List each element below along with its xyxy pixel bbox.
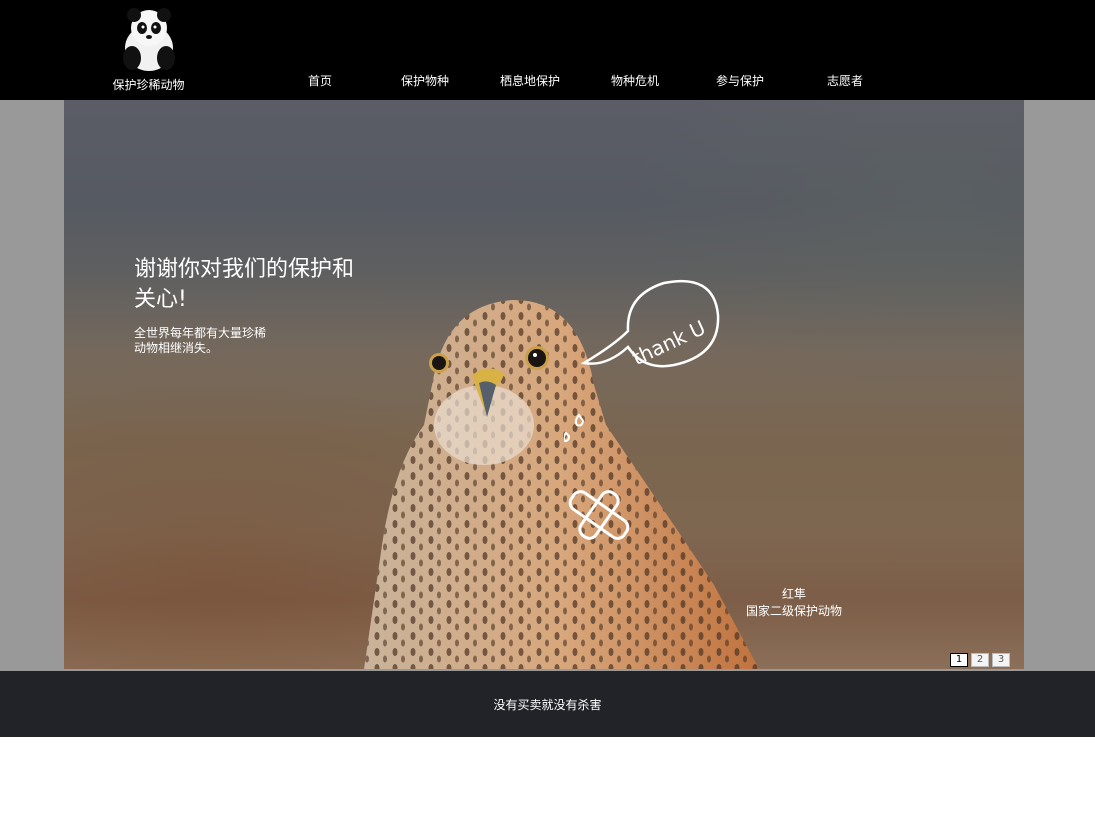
nav-volunteers[interactable]: 志愿者 <box>795 72 895 89</box>
species-name: 红隼 <box>781 587 806 601</box>
nav-habitat-protection[interactable]: 栖息地保护 <box>480 72 580 89</box>
nav-protected-species[interactable]: 保护物种 <box>375 72 475 89</box>
slide-pager: 123 <box>950 647 1013 667</box>
logo-text: 保护珍稀动物 <box>112 78 185 92</box>
nav-participate[interactable]: 参与保护 <box>690 72 790 89</box>
footer: 没有买卖就没有杀害 <box>0 671 1095 737</box>
footer-slogan: 没有买卖就没有杀害 <box>493 698 602 712</box>
speech-bubble-tears-bandage-doodle: thank U <box>564 279 720 540</box>
bubble-text: thank U <box>628 315 709 370</box>
site-logo[interactable]: 保护珍稀动物 <box>100 4 200 94</box>
hero-slide[interactable]: thank U 谢谢你对我们的保护和关心! 全世界每年都有大量珍稀动物相继消失。… <box>64 100 1024 669</box>
slide-headline: 谢谢你对我们的保护和关心! <box>134 257 355 312</box>
nav-species-crisis[interactable]: 物种危机 <box>585 72 685 89</box>
slide-caption: 红隼 国家二级保护动物 <box>724 586 864 620</box>
pager-button-2[interactable]: 2 <box>971 653 989 667</box>
panda-icon <box>123 8 175 71</box>
header: 保护珍稀动物 首页 保护物种 栖息地保护 物种危机 参与保护 志愿者 <box>0 0 1095 100</box>
slide-subline: 全世界每年都有大量珍稀动物相继消失。 <box>134 326 267 355</box>
protection-status: 国家二级保护动物 <box>745 604 842 618</box>
pager-button-3[interactable]: 3 <box>992 653 1010 667</box>
pager-button-1[interactable]: 1 <box>950 653 968 667</box>
nav-home[interactable]: 首页 <box>270 72 370 89</box>
